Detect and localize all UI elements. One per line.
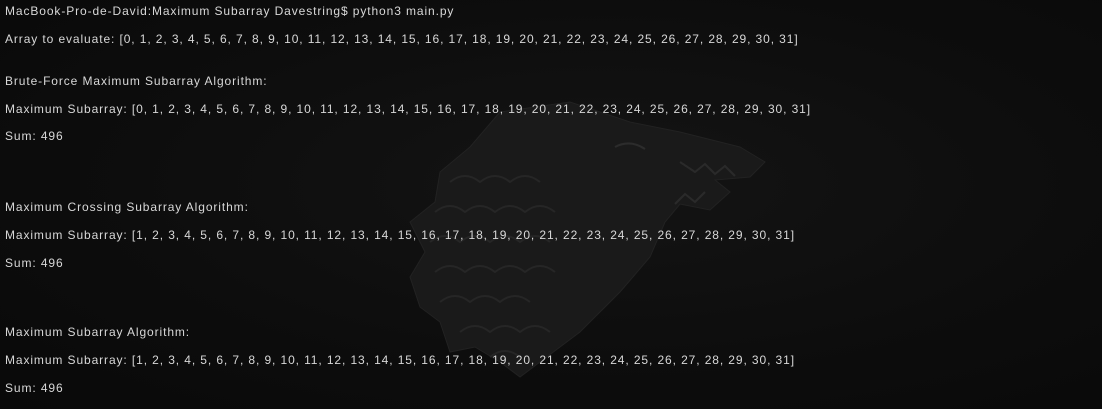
section-heading: Maximum Crossing Subarray Algorithm:: [5, 200, 249, 214]
sum-result: Sum: 496: [5, 129, 64, 143]
command-prompt-line: MacBook-Pro-de-David:Maximum Subarray Da…: [5, 4, 455, 18]
sum-result: Sum: 496: [5, 381, 64, 395]
maximum-subarray-result: Maximum Subarray: [1, 2, 3, 4, 5, 6, 7, …: [5, 228, 795, 242]
array-to-evaluate-line: Array to evaluate: [0, 1, 2, 3, 4, 5, 6,…: [5, 32, 799, 46]
section-heading: Maximum Subarray Algorithm:: [5, 325, 191, 339]
maximum-subarray-result: Maximum Subarray: [1, 2, 3, 4, 5, 6, 7, …: [5, 353, 795, 367]
sum-result: Sum: 496: [5, 256, 64, 270]
section-heading: Brute-Force Maximum Subarray Algorithm:: [5, 74, 268, 88]
terminal-window[interactable]: MacBook-Pro-de-David:Maximum Subarray Da…: [0, 0, 1102, 409]
maximum-subarray-result: Maximum Subarray: [0, 1, 2, 3, 4, 5, 6, …: [5, 102, 811, 116]
